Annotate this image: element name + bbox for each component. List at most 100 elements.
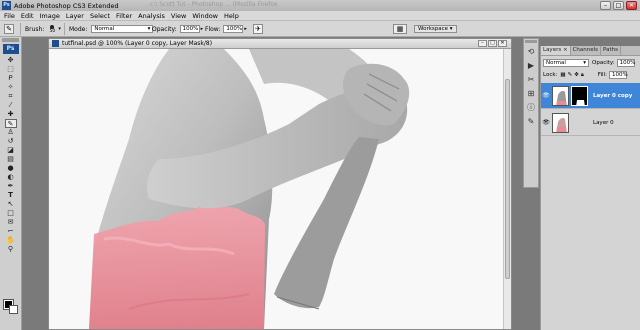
chevron-down-icon: ▾	[583, 60, 586, 66]
eraser-icon[interactable]: ◪	[5, 146, 17, 155]
blur-icon[interactable]: ●	[5, 164, 17, 173]
menu-help[interactable]: Help	[224, 12, 239, 20]
quick-select-icon[interactable]: ✧	[5, 83, 17, 92]
opacity-label: Opacity:	[152, 25, 177, 33]
tool-presets-icon[interactable]: ✂	[525, 74, 537, 86]
crop-icon[interactable]: ⌗	[5, 92, 17, 101]
layer-name: Layer 0	[593, 119, 614, 126]
image-canvas[interactable]	[49, 49, 503, 329]
scrollbar-thumb[interactable]	[505, 79, 510, 279]
menu-filter[interactable]: Filter	[116, 12, 132, 20]
menu-window[interactable]: Window	[192, 12, 218, 20]
lock-image-icon[interactable]: ✎	[568, 72, 573, 78]
blend-mode-select[interactable]: Normal ▾	[543, 59, 589, 67]
panel-tabs: Layers × Channels Paths	[541, 46, 640, 56]
canvas-artwork	[49, 49, 503, 329]
menu-edit[interactable]: Edit	[21, 12, 34, 20]
visibility-eye-icon[interactable]: 👁︎	[542, 92, 550, 99]
shape-icon[interactable]: □	[5, 209, 17, 218]
zoom-icon[interactable]: ⚲	[5, 245, 17, 254]
menu-view[interactable]: View	[171, 12, 186, 20]
eyedropper-icon[interactable]: ⌐	[5, 227, 17, 236]
flow-slider-icon[interactable]: ▸	[244, 26, 247, 32]
mode-select[interactable]: Normal ▾	[91, 25, 154, 33]
background-color-swatch[interactable]	[9, 305, 18, 314]
menu-layer[interactable]: Layer	[66, 12, 84, 20]
pen-icon[interactable]: ✒	[5, 182, 17, 191]
layer-mask-thumbnail[interactable]	[571, 85, 588, 106]
layer-thumbnail-image	[553, 113, 568, 132]
doc-maximize-button[interactable]: □	[488, 40, 497, 47]
info-icon[interactable]: ⓘ	[525, 102, 537, 114]
document-window: tutfinal.psd @ 100% (Layer 0 copy, Layer…	[48, 38, 512, 330]
brushes-icon[interactable]: ✎	[525, 116, 537, 128]
mode-label: Mode:	[69, 25, 88, 33]
flow-label: Flow:	[205, 25, 221, 33]
menu-file[interactable]: File	[4, 12, 15, 20]
lock-label: Lock:	[543, 72, 558, 78]
document-icon	[52, 40, 59, 47]
navigator-icon[interactable]: ⊞	[525, 88, 537, 100]
brush-dropdown-icon[interactable]: ▾	[58, 26, 61, 32]
lock-transparent-icon[interactable]: ▦	[560, 72, 565, 78]
clone-stamp-icon[interactable]: ♙	[5, 128, 17, 137]
brush-picker[interactable]: 50	[47, 24, 57, 34]
layer-row-layer-0[interactable]: 👁︎ Layer 0	[541, 110, 640, 136]
tab-channels[interactable]: Channels	[571, 46, 602, 55]
hand-icon[interactable]: ✋	[5, 236, 17, 245]
layer-mask-image	[572, 86, 587, 105]
brush-tool-preset-icon[interactable]: ✎	[4, 24, 14, 34]
opacity-field[interactable]: 100%	[179, 25, 200, 33]
lasso-icon[interactable]: ᑭ	[5, 74, 17, 83]
menu-analysis[interactable]: Analysis	[138, 12, 165, 20]
window-controls: – □ ✕	[600, 1, 637, 10]
history-icon[interactable]: ⟲	[525, 46, 537, 58]
path-select-icon[interactable]: ↖	[5, 200, 17, 209]
slice-icon[interactable]: ⁄	[5, 101, 17, 110]
opacity-value: 100%	[182, 26, 199, 32]
maximize-button[interactable]: □	[613, 1, 624, 10]
visibility-eye-icon[interactable]: 👁︎	[542, 119, 550, 126]
doc-minimize-button[interactable]: –	[478, 40, 487, 47]
minimize-button[interactable]: –	[600, 1, 611, 10]
healing-icon[interactable]: ✚	[5, 110, 17, 119]
marquee-icon[interactable]: ⬚	[5, 65, 17, 74]
brushes-palette-icon[interactable]: ▦	[393, 24, 407, 34]
lock-all-icon[interactable]: 🔒︎	[581, 72, 584, 79]
tab-paths[interactable]: Paths	[601, 46, 621, 55]
photoshop-app-icon: Ps	[2, 1, 11, 10]
menu-select[interactable]: Select	[90, 12, 110, 20]
menu-image[interactable]: Image	[39, 12, 59, 20]
blend-mode-value: Normal	[546, 60, 566, 66]
layer-opacity-field[interactable]: 100%	[616, 59, 635, 67]
dodge-icon[interactable]: ◐	[5, 173, 17, 182]
document-title-bar[interactable]: tutfinal.psd @ 100% (Layer 0 copy, Layer…	[49, 39, 511, 49]
layer-opacity-label: Opacity:	[592, 60, 615, 66]
blend-row: Normal ▾ Opacity: 100%	[543, 59, 635, 67]
opacity-slider-icon[interactable]: ▸	[201, 26, 204, 32]
workspace-button[interactable]: Workspace ▾	[414, 25, 457, 33]
flow-field[interactable]: 100%	[223, 25, 244, 33]
fill-label: Fill:	[597, 72, 607, 78]
toolbox-grip[interactable]	[2, 38, 19, 42]
dock-grip[interactable]	[525, 40, 537, 43]
lock-position-icon[interactable]: ✥	[574, 72, 579, 78]
tab-layers[interactable]: Layers ×	[541, 46, 571, 55]
flow-value: 100%	[226, 26, 243, 32]
move-icon[interactable]: ✥	[5, 56, 17, 65]
fill-field[interactable]: 100%	[608, 71, 628, 79]
layer-row-layer-0-copy[interactable]: 👁︎ Layer 0 copy	[541, 83, 640, 109]
brush-icon[interactable]: ✎	[4, 119, 17, 128]
type-icon[interactable]: T	[5, 191, 17, 200]
airbrush-icon[interactable]: ✈	[253, 24, 263, 34]
gradient-icon[interactable]: ▤	[5, 155, 17, 164]
toolbox: Ps ✥ ⬚ ᑭ ✧ ⌗ ⁄ ✚ ✎ ♙ ↺ ◪ ▤ ● ◐ ✒ T ↖ □ ✉…	[0, 37, 22, 330]
notes-icon[interactable]: ✉	[5, 218, 17, 227]
menu-bar: File Edit Image Layer Select Filter Anal…	[0, 11, 640, 21]
close-button[interactable]: ✕	[626, 1, 637, 10]
actions-icon[interactable]: ▶	[525, 60, 537, 72]
history-brush-icon[interactable]: ↺	[5, 137, 17, 146]
vertical-scrollbar[interactable]	[503, 49, 511, 329]
title-bar: Ps Adobe Photoshop CS3 Extended c:\ Scot…	[0, 0, 640, 11]
doc-close-button[interactable]: ✕	[498, 40, 507, 47]
